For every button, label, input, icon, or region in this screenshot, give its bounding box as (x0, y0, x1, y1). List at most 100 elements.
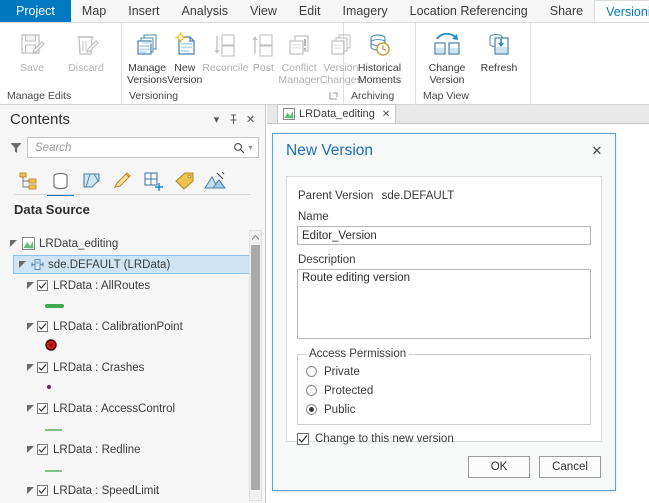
ribbon-button-refresh[interactable]: Refresh (473, 26, 525, 75)
map-view-icon (282, 108, 295, 121)
ribbon-tab-insert[interactable]: Insert (117, 0, 170, 22)
ribbon-button-label: Save (20, 63, 44, 75)
ribbon-tab-label: Map (82, 4, 106, 18)
list-by-selection-tab[interactable] (76, 167, 107, 195)
historical-moments-icon (365, 28, 395, 62)
tree-item-label: LRData : Redline (53, 444, 141, 456)
cancel-button[interactable]: Cancel (539, 456, 601, 478)
radio-private[interactable]: Private (306, 362, 582, 381)
contents-header: Contents ▾ ✕ (0, 105, 265, 134)
tree-item-layer[interactable]: LRData : AllRoutes (0, 275, 265, 296)
ribbon-tab-edit[interactable]: Edit (288, 0, 332, 22)
expander-icon[interactable] (24, 323, 37, 331)
expander-icon[interactable] (24, 446, 37, 454)
radio-label: Private (324, 366, 360, 378)
ribbon-tab-location-referencing[interactable]: Location Referencing (399, 0, 539, 22)
tree-item-layer[interactable]: LRData : SpeedLimit (0, 480, 265, 501)
expander-icon[interactable] (24, 487, 37, 495)
tree-item-layer[interactable]: LRData : Redline (0, 439, 265, 460)
layer-visibility-checkbox[interactable] (37, 280, 48, 291)
ribbon-button-post[interactable]: Post (248, 26, 278, 75)
search-input[interactable]: Search ▾ (27, 137, 259, 158)
list-by-data-source-tab[interactable] (45, 167, 76, 195)
ribbon-tab-share[interactable]: Share (539, 0, 594, 22)
ribbon-tab-label: Project (16, 4, 55, 18)
line-green-thick-symbol (44, 297, 66, 315)
list-by-charts-tab[interactable] (200, 167, 231, 195)
tree-item-label: LRData : Crashes (53, 362, 144, 374)
search-dropdown-icon[interactable]: ▾ (246, 143, 255, 152)
chevron-down-icon[interactable]: ▾ (208, 111, 225, 128)
pin-icon[interactable] (225, 111, 242, 128)
expander-icon[interactable] (24, 405, 37, 413)
name-field[interactable]: Editor_Version (297, 226, 591, 245)
description-field[interactable]: Route editing version (297, 269, 591, 339)
contents-pane: Contents ▾ ✕ Search ▾ (0, 105, 266, 503)
ribbon-group-label-text: Versioning (129, 90, 178, 102)
contents-scrollbar[interactable] (249, 230, 262, 501)
ribbon-tab-label: Insert (128, 4, 159, 18)
expander-icon[interactable] (7, 240, 20, 248)
document-tab-lrdata-editing[interactable]: LRData_editing ✕ (277, 104, 396, 123)
ribbon-tab-imagery[interactable]: Imagery (331, 0, 398, 22)
ribbon-button-label: Discard (68, 63, 104, 75)
list-by-editing-tab[interactable] (107, 167, 138, 195)
layer-symbol-row (0, 378, 265, 398)
ribbon-button-save[interactable]: Save (5, 26, 59, 75)
dialog-content-panel: Parent Version sde.DEFAULT Name Editor_V… (286, 176, 602, 442)
ok-button[interactable]: OK (468, 456, 530, 478)
dialog-title: New Version (286, 142, 587, 160)
expander-icon[interactable] (24, 364, 37, 372)
list-by-snapping-tab[interactable] (138, 167, 169, 195)
dialog-launcher-icon[interactable] (329, 91, 338, 100)
page-title: Contents (10, 111, 208, 128)
new-version-dialog: New Version ✕ Parent Version sde.DEFAULT… (272, 133, 616, 491)
tree-item-layer[interactable]: LRData : Crashes (0, 357, 265, 378)
scrollbar-thumb[interactable] (251, 245, 260, 490)
layer-visibility-checkbox[interactable] (37, 485, 48, 496)
chevron-glyph: ▾ (214, 113, 220, 126)
layer-visibility-checkbox[interactable] (37, 321, 48, 332)
ribbon-button-reconcile[interactable]: Reconcile (202, 26, 248, 75)
list-by-drawing-order-tab[interactable] (14, 167, 45, 195)
ribbon-group-label: Map View (416, 88, 530, 105)
search-icon[interactable] (231, 142, 246, 154)
dialog-title-bar: New Version ✕ (273, 134, 615, 168)
ribbon-button-manage-versions[interactable]: Manage Versions (127, 26, 167, 86)
ribbon-button-new-version[interactable]: New Version (167, 26, 202, 86)
list-by-labeling-tab[interactable] (169, 167, 200, 195)
funnel-icon[interactable] (5, 141, 27, 155)
line-green-thin-symbol (44, 461, 66, 479)
description-field-value: Route editing version (302, 272, 410, 284)
ribbon-button-label: Post (253, 63, 274, 75)
tree-item-layer[interactable]: LRData : AccessControl (0, 398, 265, 419)
layer-visibility-checkbox[interactable] (37, 403, 48, 414)
layer-visibility-checkbox[interactable] (37, 444, 48, 455)
ribbon-button-discard[interactable]: Discard (59, 26, 113, 75)
expander-icon[interactable] (16, 261, 29, 269)
ribbon-tab-versioning[interactable]: Versioning (594, 0, 649, 22)
tree-item-layer[interactable]: LRData : CalibrationPoint (0, 316, 265, 337)
ribbon-group-map-view: Change Version Refresh (416, 23, 531, 105)
close-icon[interactable]: ✕ (587, 141, 607, 161)
radio-protected[interactable]: Protected (306, 381, 582, 400)
ribbon-tab-map[interactable]: Map (71, 0, 117, 22)
ribbon-tab-analysis[interactable]: Analysis (171, 0, 240, 22)
ribbon-button-historical-moments[interactable]: Historical Moments (350, 26, 410, 86)
ribbon-tab-label: Imagery (342, 4, 387, 18)
expander-icon[interactable] (24, 282, 37, 290)
document-tab-label: LRData_editing (299, 108, 375, 120)
ribbon-tab-view[interactable]: View (239, 0, 288, 22)
ribbon-button-change-version[interactable]: Change Version (421, 26, 473, 86)
tree-item-map[interactable]: LRData_editing (0, 233, 265, 254)
close-icon[interactable]: ✕ (382, 109, 390, 120)
radio-public[interactable]: Public (306, 400, 582, 419)
arcgis-pro-window: Project Map Insert Analysis View Edit Im… (0, 0, 649, 503)
layer-visibility-checkbox[interactable] (37, 362, 48, 373)
scroll-up-icon[interactable] (250, 231, 261, 244)
radio-button-icon (306, 385, 317, 396)
ribbon-tab-project[interactable]: Project (0, 0, 71, 22)
close-icon[interactable]: ✕ (242, 111, 259, 128)
ribbon-button-conflict-manager[interactable]: Conflict Manager (278, 26, 319, 86)
tree-item-datasource[interactable]: sde.DEFAULT (LRData) (13, 255, 255, 274)
